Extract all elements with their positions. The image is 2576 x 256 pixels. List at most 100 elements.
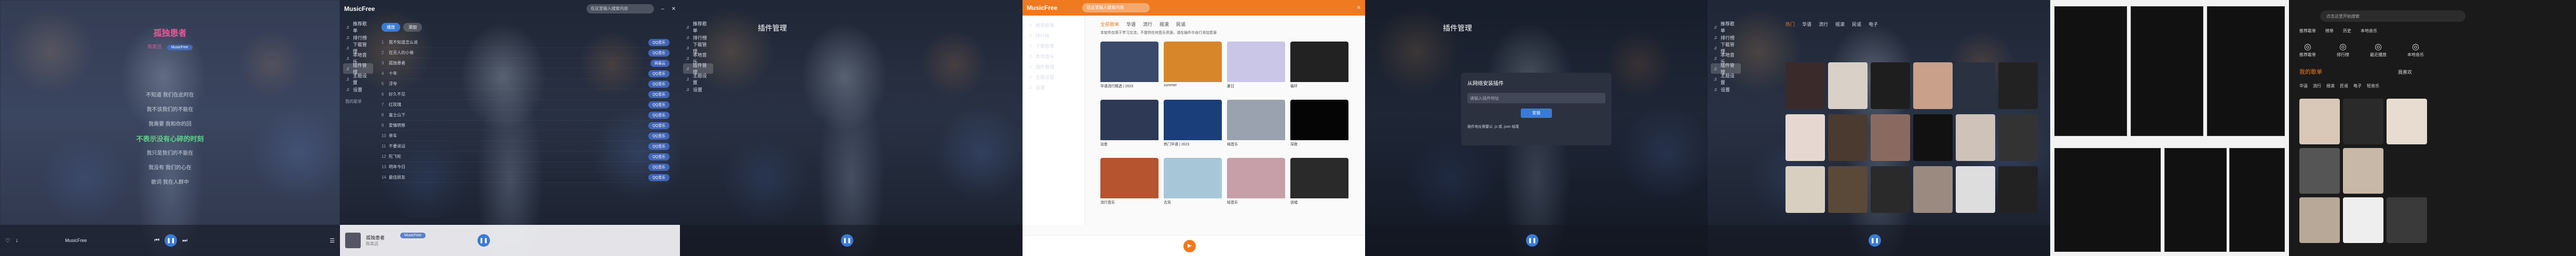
playlist-card[interactable]: 流行音乐 bbox=[1100, 158, 1158, 214]
playlist-card[interactable]: 华语流行精选 | 2023 bbox=[1100, 42, 1158, 98]
playlist-card[interactable] bbox=[1786, 166, 1825, 213]
playlist-icon[interactable]: ☰ bbox=[330, 237, 335, 244]
playlist-card[interactable] bbox=[2299, 148, 2340, 194]
playlist-card[interactable] bbox=[1956, 166, 1995, 213]
plugin-url-input[interactable]: 请输入插件地址 bbox=[1467, 93, 1605, 103]
tag[interactable]: 民谣 bbox=[2340, 83, 2348, 89]
tab[interactable]: 民谣 bbox=[1176, 21, 1185, 28]
playlist-card[interactable] bbox=[1998, 166, 2038, 213]
quick-icon[interactable]: ◎ 排行榜 bbox=[2337, 42, 2349, 58]
playlist-card[interactable]: 纯音乐 bbox=[1227, 100, 1285, 156]
table-row[interactable]: 2 在无人的小巷 QQ音乐 bbox=[381, 48, 670, 58]
playlist-card[interactable] bbox=[1913, 166, 1953, 213]
playlist-card[interactable] bbox=[1871, 62, 1910, 109]
search-input[interactable]: 在这里输入搜索内容 bbox=[1082, 3, 1150, 12]
sidebar-item[interactable]: ♫ 排行榜 bbox=[1026, 30, 1081, 41]
tab[interactable]: 华语 bbox=[1802, 21, 1811, 28]
sidebar-item[interactable]: ♫ 下载管理 bbox=[1026, 41, 1081, 51]
sidebar-item[interactable]: ♫ 主题设置 bbox=[1711, 73, 1741, 85]
playlist-card[interactable] bbox=[1828, 166, 1868, 213]
playlist-card[interactable]: summer bbox=[1164, 42, 1222, 98]
play-button[interactable]: ▶ bbox=[1183, 239, 1196, 252]
tab[interactable]: 全部歌单 bbox=[1100, 21, 1119, 28]
minimize-icon[interactable]: – bbox=[661, 6, 664, 12]
tab[interactable]: 民谣 bbox=[1852, 21, 1861, 28]
playlist-card[interactable] bbox=[2343, 99, 2383, 144]
prev-icon[interactable]: ⏮ bbox=[154, 237, 159, 244]
sidebar-item[interactable]: ♫ 主题设置 bbox=[1026, 72, 1081, 82]
tag[interactable]: 华语 bbox=[2299, 83, 2308, 89]
playlist-card[interactable]: 治愈 bbox=[1100, 100, 1158, 156]
playlist-card[interactable]: 热门华语 | 2023 bbox=[1164, 100, 1222, 156]
sidebar-item[interactable]: ♫ 主题设置 bbox=[343, 73, 373, 85]
tab[interactable]: 摇滚 bbox=[1160, 21, 1169, 28]
playlist-card[interactable]: 循环 bbox=[1290, 42, 1348, 98]
table-row[interactable]: 10 单车 QQ音乐 bbox=[381, 131, 670, 141]
playlist-card[interactable] bbox=[1871, 114, 1910, 161]
quick-icon[interactable]: ◎ 最近播放 bbox=[2370, 42, 2387, 58]
table-row[interactable]: 14 最佳损友 QQ音乐 bbox=[381, 172, 670, 183]
tag[interactable]: 摇滚 bbox=[2326, 83, 2335, 89]
playlist-card[interactable] bbox=[1828, 114, 1868, 161]
install-button[interactable]: 安装 bbox=[1521, 109, 1552, 118]
sidebar-item[interactable]: ♫ 设置 bbox=[343, 84, 373, 95]
menu-item[interactable]: 本地音乐 bbox=[2361, 28, 2377, 34]
playlist-card[interactable]: 夏日 bbox=[1227, 42, 1285, 98]
table-row[interactable]: 4 十年 QQ音乐 bbox=[381, 69, 670, 79]
quick-icon[interactable]: ◎ 本地音乐 bbox=[2407, 42, 2424, 58]
close-icon[interactable]: ✕ bbox=[1357, 5, 1361, 11]
tab[interactable]: 流行 bbox=[1819, 21, 1828, 28]
table-row[interactable]: 8 富士山下 QQ音乐 bbox=[381, 110, 670, 120]
search-input[interactable]: 在这里输入搜索内容 bbox=[587, 4, 655, 14]
playlist-card[interactable] bbox=[1956, 62, 1995, 109]
table-row[interactable]: 6 好久不见 QQ音乐 bbox=[381, 89, 670, 100]
pause-button[interactable]: ❚❚ bbox=[841, 234, 853, 247]
playlist-card[interactable] bbox=[2299, 197, 2340, 243]
tag[interactable]: 电子 bbox=[2353, 83, 2362, 89]
sidebar-item[interactable]: ♫ 推荐歌单 bbox=[1711, 21, 1741, 33]
sidebar-item[interactable]: ♫ 设置 bbox=[683, 84, 713, 95]
playlist-card[interactable] bbox=[2343, 197, 2383, 243]
download-icon[interactable]: ↓ bbox=[16, 237, 19, 244]
playlist-card[interactable] bbox=[2343, 148, 2383, 194]
playlist-card[interactable] bbox=[1828, 62, 1868, 109]
play-all-button[interactable]: 播放 bbox=[381, 23, 400, 32]
playlist-card[interactable] bbox=[2387, 99, 2427, 144]
pause-button[interactable]: ❚❚ bbox=[1526, 234, 1538, 247]
table-row[interactable]: 9 爱情转移 QQ音乐 bbox=[381, 120, 670, 131]
sidebar-item[interactable]: ♫ 主题设置 bbox=[683, 73, 713, 85]
playlist-card[interactable]: 深夜 bbox=[1290, 100, 1348, 156]
table-row[interactable]: 1 我不知道怎么说 QQ音乐 bbox=[381, 37, 670, 48]
sidebar-item[interactable]: ♫ 设置 bbox=[1711, 84, 1741, 95]
table-row[interactable]: 12 陀飞轮 QQ音乐 bbox=[381, 152, 670, 162]
playlist-card[interactable] bbox=[1786, 62, 1825, 109]
tab[interactable]: 热门 bbox=[1786, 21, 1795, 28]
pause-button[interactable]: ❚❚ bbox=[1869, 234, 1881, 247]
pause-button[interactable]: ❚❚ bbox=[165, 234, 178, 247]
table-row[interactable]: 11 不要说话 QQ音乐 bbox=[381, 141, 670, 152]
pause-button[interactable]: ❚❚ bbox=[477, 234, 490, 247]
tab[interactable]: 电子 bbox=[1869, 21, 1878, 28]
playlist-card[interactable]: 说唱 bbox=[1290, 158, 1348, 214]
sidebar-item[interactable]: ♫ 本地音乐 bbox=[1026, 51, 1081, 61]
table-row[interactable]: 3 孤独患者 网易云 bbox=[381, 58, 670, 69]
playlist-card[interactable] bbox=[2387, 148, 2427, 194]
playlist-card[interactable] bbox=[1913, 62, 1953, 109]
sidebar-item[interactable]: ♫ 推荐歌单 bbox=[343, 21, 373, 33]
sidebar-item[interactable]: ♫ 推荐歌单 bbox=[683, 21, 713, 33]
tab[interactable]: 华语 bbox=[1126, 21, 1136, 28]
playlist-card[interactable]: 轻音乐 bbox=[1227, 158, 1285, 214]
playlist-card[interactable] bbox=[2387, 197, 2427, 243]
tab[interactable]: 流行 bbox=[1143, 21, 1152, 28]
table-row[interactable]: 5 浮夸 QQ音乐 bbox=[381, 79, 670, 89]
playlist-card[interactable]: 古风 bbox=[1164, 158, 1222, 214]
table-row[interactable]: 13 明年今日 QQ音乐 bbox=[381, 162, 670, 172]
playlist-card[interactable] bbox=[1913, 114, 1953, 161]
heart-icon[interactable]: ♡ bbox=[5, 237, 10, 244]
sidebar-item[interactable]: ♫ 推荐歌单 bbox=[1026, 20, 1081, 30]
tab[interactable]: 摇滚 bbox=[1835, 21, 1845, 28]
close-icon[interactable]: ✕ bbox=[672, 6, 676, 12]
playlist-card[interactable] bbox=[1998, 114, 2038, 161]
tag[interactable]: 轻音乐 bbox=[2367, 83, 2379, 89]
sidebar-item[interactable]: ♫ 插件管理 bbox=[1026, 61, 1081, 72]
